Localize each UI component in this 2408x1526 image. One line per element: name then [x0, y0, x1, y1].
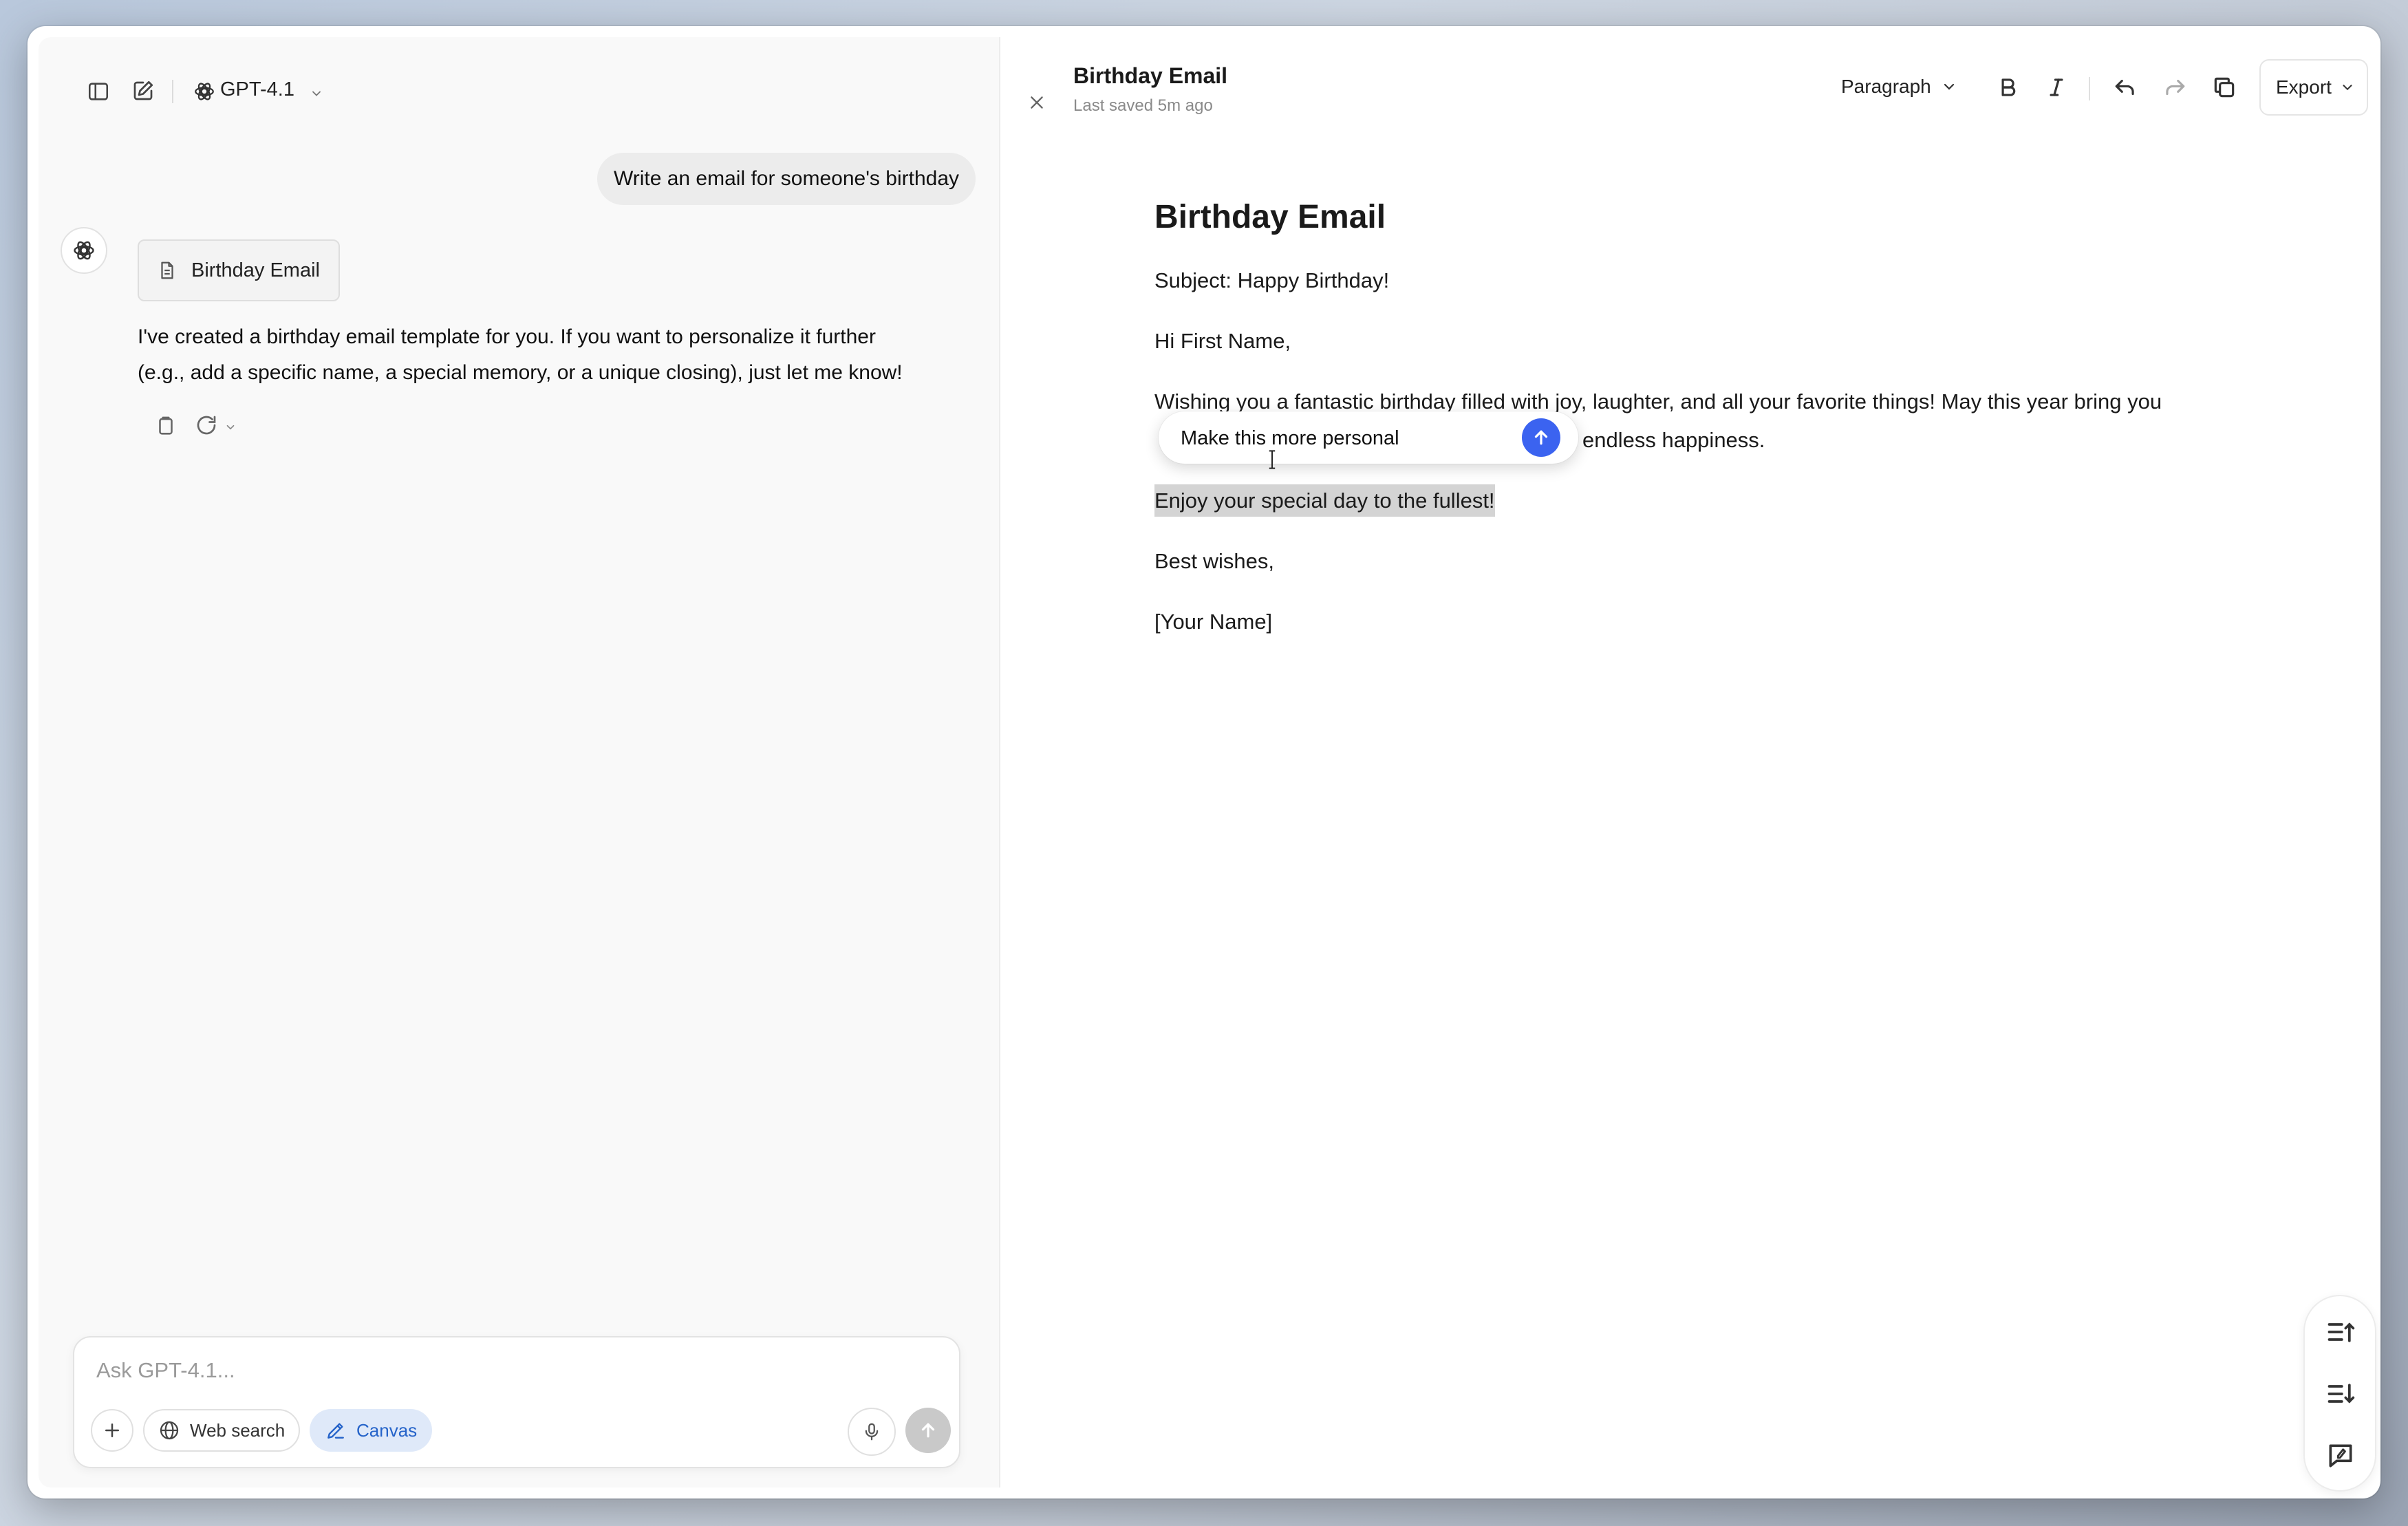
canvas-shortcuts-toolbar [2303, 1295, 2376, 1492]
adjust-length-longer-icon[interactable] [2325, 1379, 2356, 1409]
toolbar-divider [2089, 77, 2090, 100]
web-search-label: Web search [190, 1419, 286, 1441]
divider [172, 80, 173, 103]
assistant-avatar [61, 227, 107, 274]
web-search-button[interactable]: Web search [143, 1409, 300, 1452]
model-name: GPT-4.1 [220, 78, 294, 100]
adjust-length-shorter-icon[interactable] [2325, 1317, 2356, 1347]
attach-button[interactable] [91, 1409, 133, 1452]
arrow-up-icon [1531, 427, 1551, 448]
email-signature: [Your Name] [1154, 610, 1273, 634]
selected-text: Enjoy your special day to the fullest! [1154, 484, 1495, 517]
plus-icon [102, 1420, 122, 1441]
email-closing: Best wishes, [1154, 549, 1275, 573]
block-type-dropdown[interactable]: Paragraph [1841, 70, 1957, 103]
inline-prompt-send-button[interactable] [1522, 418, 1560, 457]
italic-icon[interactable] [2043, 74, 2070, 100]
assistant-message: I've created a birthday email template f… [138, 319, 984, 391]
suggest-edits-icon[interactable] [2325, 1441, 2356, 1471]
message-composer: Web search Canvas [73, 1336, 960, 1468]
send-button[interactable] [905, 1408, 951, 1453]
sidebar-toggle-icon[interactable] [87, 80, 110, 103]
chevron-down-icon [1941, 78, 1957, 95]
selected-paragraph: Enjoy your special day to the fullest! [1154, 482, 2228, 520]
canvas-toggle-button[interactable]: Canvas [310, 1409, 432, 1452]
export-label: Export [2276, 76, 2332, 98]
assistant-message-line: I've created a birthday email template f… [138, 325, 876, 348]
document-heading: Birthday Email [1154, 199, 1386, 235]
chevron-down-icon [2340, 80, 2355, 95]
chevron-down-icon[interactable] [224, 421, 237, 433]
arrow-up-icon [918, 1420, 938, 1441]
last-saved-status: Last saved 5m ago [1073, 96, 1213, 115]
text-cursor-icon [1267, 450, 1277, 469]
chat-panel: GPT-4.1 Write an email for someone's bir… [39, 37, 999, 1487]
redo-icon[interactable] [2162, 74, 2188, 100]
email-body-line: endless happiness. [1582, 428, 1765, 452]
block-type-label: Paragraph [1841, 76, 1931, 97]
pen-icon [325, 1419, 347, 1441]
bold-icon[interactable] [1995, 74, 2021, 100]
regenerate-icon[interactable] [194, 413, 219, 438]
voice-input-button[interactable] [848, 1408, 896, 1456]
app-window: GPT-4.1 Write an email for someone's bir… [28, 26, 2380, 1498]
email-body-line: Wishing you a fantastic birthday filled … [1154, 389, 2162, 413]
microphone-icon [861, 1421, 882, 1442]
copy-icon[interactable] [154, 414, 178, 438]
copy-icon[interactable] [2211, 74, 2237, 100]
email-subject: Subject: Happy Birthday! [1154, 268, 1390, 292]
openai-logo-icon [193, 80, 216, 103]
user-message-text: Write an email for someone's birthday [613, 167, 959, 190]
inline-prompt-input[interactable] [1179, 422, 1512, 455]
new-chat-icon[interactable] [131, 78, 155, 103]
message-input[interactable] [95, 1354, 854, 1387]
email-greeting: Hi First Name, [1154, 329, 1291, 353]
inline-edit-prompt [1159, 411, 1578, 464]
canvas-document-chip[interactable]: Birthday Email [138, 239, 340, 301]
canvas-panel: Birthday Email Last saved 5m ago Paragra… [999, 37, 2376, 1492]
undo-icon[interactable] [2112, 74, 2138, 100]
canvas-title: Birthday Email [1073, 63, 1228, 88]
document-icon [157, 260, 178, 281]
globe-icon [158, 1419, 180, 1441]
close-icon[interactable] [1028, 94, 1046, 111]
canvas-label: Canvas [356, 1419, 418, 1441]
openai-logo-icon [72, 238, 96, 263]
chevron-down-icon [310, 87, 323, 100]
export-button[interactable]: Export [2259, 59, 2368, 116]
doc-chip-label: Birthday Email [191, 259, 320, 281]
user-message-bubble: Write an email for someone's birthday [596, 153, 976, 205]
assistant-message-line: (e.g., add a specific name, a special me… [138, 361, 903, 384]
